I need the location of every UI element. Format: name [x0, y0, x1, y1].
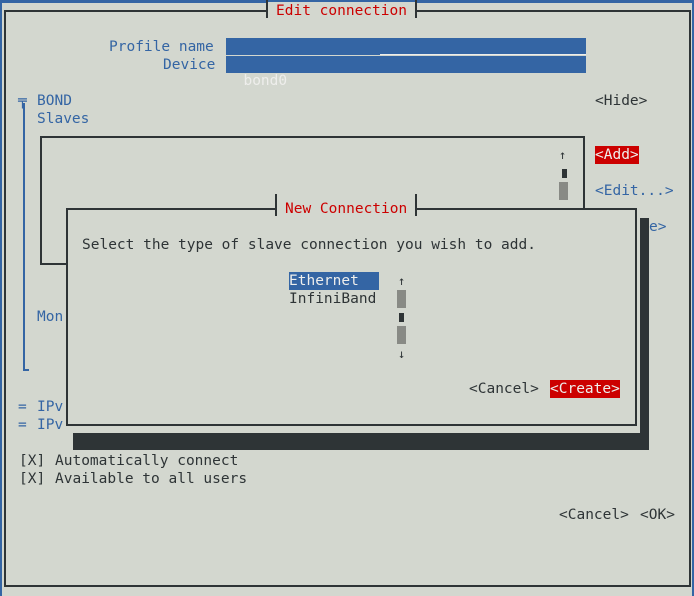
ok-button[interactable]: <OK>	[640, 506, 675, 524]
ipv4-label-partial: IPv	[37, 399, 64, 415]
mode-label-partial: Mon	[37, 309, 64, 325]
type-list-scrollbar-track-bottom[interactable]	[397, 326, 406, 344]
slaves-label: Slaves	[37, 111, 90, 127]
slaves-scrollbar-knob[interactable]	[562, 169, 567, 178]
slaves-scrollbar-track[interactable]	[559, 182, 568, 200]
ipv6-section-marker[interactable]: =	[18, 416, 27, 434]
type-list-scroll-up-icon[interactable]: ↑	[398, 272, 405, 290]
type-list-scrollbar-knob[interactable]	[399, 313, 404, 322]
device-input[interactable]: bond0	[226, 56, 586, 89]
all-users-check-mark[interactable]: [X]	[19, 470, 45, 488]
delete-slave-button-partial[interactable]: e>	[649, 218, 666, 236]
device-value: bond0	[243, 73, 288, 89]
new-connection-title-text: New Connection	[285, 201, 408, 217]
profile-name-input[interactable]: Bond connection 1	[226, 38, 586, 71]
new-connection-shadow-bottom	[73, 433, 649, 450]
cancel-button[interactable]: <Cancel>	[559, 506, 629, 524]
auto-connect-check-mark[interactable]: [X]	[19, 452, 45, 470]
ipv4-section-marker[interactable]: =	[18, 398, 27, 416]
type-list-scroll-down-icon[interactable]: ↓	[398, 345, 405, 363]
new-connection-title: New Connection	[275, 194, 418, 218]
new-connection-cancel-button[interactable]: <Cancel>	[469, 380, 539, 398]
bond-section-bracket	[23, 103, 25, 371]
new-connection-create-button[interactable]: <Create>	[550, 380, 620, 398]
edit-connection-title: Edit connection	[266, 0, 417, 20]
new-connection-shadow-right	[640, 218, 649, 450]
screen-edge-left	[0, 0, 2, 596]
edit-connection-title-text: Edit connection	[276, 3, 407, 19]
bond-section-label: BOND	[37, 93, 72, 109]
auto-connect-label: Automatically connect	[55, 453, 239, 469]
bond-section-bracket-end	[23, 369, 29, 371]
connection-type-option-infiniband[interactable]: InfiniBand	[289, 290, 376, 308]
ipv6-label-partial: IPv	[37, 417, 64, 433]
new-connection-prompt: Select the type of slave connection you …	[82, 237, 536, 253]
type-list-scrollbar-track-top[interactable]	[397, 290, 406, 308]
hide-button[interactable]: <Hide>	[595, 92, 647, 110]
edit-slave-button[interactable]: <Edit...>	[595, 182, 674, 200]
slaves-scroll-up-icon[interactable]: ↑	[559, 146, 566, 164]
profile-name-label: Profile name	[109, 39, 214, 55]
connection-type-option-ethernet[interactable]: Ethernet	[289, 272, 379, 290]
add-slave-button[interactable]: <Add>	[595, 146, 639, 164]
all-users-label: Available to all users	[55, 471, 248, 487]
device-label: Device	[163, 57, 216, 73]
